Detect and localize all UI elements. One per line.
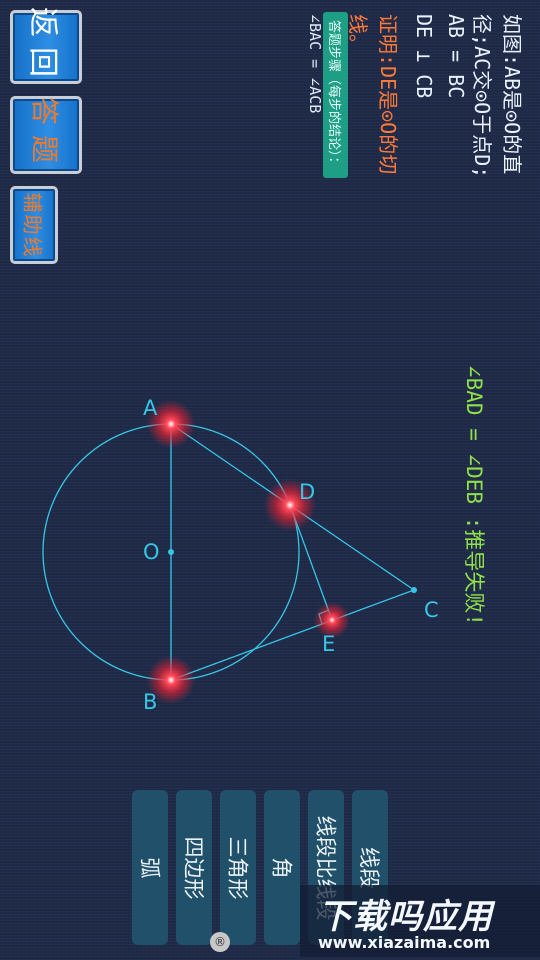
watermark: 下载吗应用 www.xiazaima.com	[300, 885, 540, 957]
point-e-label: E	[322, 632, 336, 656]
point-a-label: A	[143, 396, 158, 420]
segment-bc	[170, 589, 415, 681]
tool-segment-label: 线段	[357, 846, 381, 889]
watermark-title: 下载吗应用	[318, 897, 493, 937]
tool-arc-label: 弧	[137, 857, 161, 878]
point-o-dot	[168, 549, 174, 555]
tool-angle-label: 角	[269, 857, 293, 878]
point-o-label: O	[143, 540, 160, 564]
point-c-dot	[411, 587, 417, 593]
tool-arc-button[interactable]: 弧	[132, 790, 168, 945]
tool-quadrilateral-button[interactable]: 四边形	[176, 790, 212, 945]
tool-quadrilateral-label: 四边形	[181, 836, 205, 899]
registered-mark-icon: ®	[210, 932, 230, 952]
watermark-url: www.xiazaima.com	[318, 933, 491, 952]
point-c-label: C	[424, 598, 439, 622]
tool-triangle-button[interactable]: 三角形	[220, 790, 256, 945]
tool-triangle-label: 三角形	[225, 836, 249, 899]
point-d-label: D	[299, 480, 316, 504]
point-b-label: B	[143, 690, 158, 714]
tool-angle-button[interactable]: 角	[264, 790, 300, 945]
